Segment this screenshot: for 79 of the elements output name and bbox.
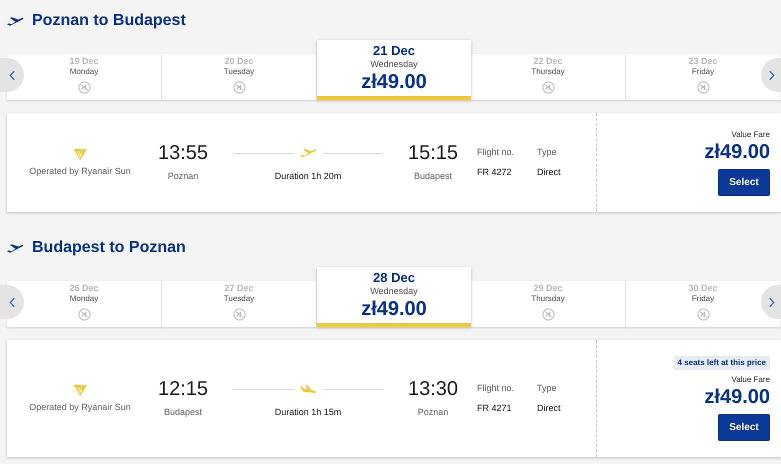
date-tab[interactable]: 27 Dec Tuesday [162,281,317,327]
departure-city: Poznan [168,170,198,184]
weekday-label: Friday [692,294,714,304]
seats-left-badge: 4 seats left at this price [674,356,770,370]
flight-type: Direct [537,166,561,178]
flight-type: Direct [537,402,561,414]
flight-number-label: Flight no. [477,382,516,395]
flight-number: FR 4272 [477,166,513,178]
date-tab[interactable]: 19 Dec Monday [7,54,162,100]
date-label: 26 Dec [69,283,99,294]
duration-label: Duration 1h 15m [274,406,342,420]
type-label: Type [537,382,558,395]
weekday-label: Monday [70,294,98,304]
select-button[interactable]: Select [718,169,770,196]
date-tab[interactable]: 30 Dec Friday [626,281,781,327]
date-label: 27 Dec [224,283,254,294]
no-flights-icon [232,308,246,321]
flight-number-label: Flight no. [477,146,516,159]
section-title: Poznan to Budapest [32,11,186,31]
departure-city: Budapest [164,406,202,420]
date-price: zł49.00 [361,70,427,94]
arrival-time: 13:30 [408,377,458,402]
arrival-time: 15:15 [408,141,458,166]
fare-label: Value Fare [731,374,770,386]
type-label: Type [537,146,558,159]
weekday-label: Wednesday [370,286,418,297]
landing-plane-icon [300,384,316,394]
arrival-city: Budapest [414,170,452,184]
fare-label: Value Fare [731,129,770,141]
duration-label: Duration 1h 20m [274,170,342,184]
date-tab[interactable]: 23 Dec Friday [626,54,781,100]
harp-logo-icon [72,146,88,162]
chevron-right-icon [768,296,774,308]
plane-icon [7,244,24,252]
date-label: 21 Dec [373,43,415,59]
departure-time: 12:15 [158,377,208,402]
date-label: 20 Dec [224,56,254,67]
fare-price: zł49.00 [704,386,770,408]
no-flights-icon [696,81,710,94]
weekday-label: Wednesday [370,59,418,70]
date-label: 29 Dec [533,283,563,294]
date-label: 19 Dec [69,56,99,67]
no-flights-icon [542,81,554,94]
plane-icon [300,148,316,158]
operator-label: Operated by Ryanair Sun [29,400,131,414]
operator-label: Operated by Ryanair Sun [29,164,131,178]
date-label: 30 Dec [688,283,718,294]
date-tab[interactable]: 29 Dec Thursday [471,281,626,327]
weekday-label: Tuesday [224,67,254,77]
harp-logo-icon [72,382,88,398]
date-tab[interactable]: 26 Dec Monday [7,281,162,327]
no-flights-icon [78,81,90,94]
chevron-left-icon [8,70,16,80]
plane-icon [7,16,24,26]
date-label: 28 Dec [373,270,415,286]
weekday-label: Monday [70,67,98,77]
flight-number: FR 4271 [477,402,513,414]
weekday-label: Thursday [531,294,565,304]
date-tab[interactable]: 28 Dec Wednesday zł49.00 [317,267,471,327]
chevron-left-icon [8,296,16,308]
chevron-right-icon [768,70,774,80]
section-title: Budapest to Poznan [32,238,186,258]
date-tab[interactable]: 22 Dec Thursday [471,54,626,100]
weekday-label: Tuesday [224,294,254,304]
no-flights-icon [78,308,90,321]
arrival-city: Poznan [418,406,448,420]
date-tab[interactable]: 21 Dec Wednesday zł49.00 [317,40,471,100]
weekday-label: Thursday [531,67,565,77]
date-label: 23 Dec [688,56,718,67]
weekday-label: Friday [692,67,714,77]
no-flights-icon [542,308,554,321]
no-flights-icon [696,308,710,321]
select-button[interactable]: Select [718,414,770,441]
date-tab[interactable]: 20 Dec Tuesday [162,54,317,100]
departure-time: 13:55 [158,141,208,166]
no-flights-icon [232,81,246,94]
date-price: zł49.00 [361,297,427,321]
date-label: 22 Dec [533,56,563,67]
fare-price: zł49.00 [704,141,770,163]
